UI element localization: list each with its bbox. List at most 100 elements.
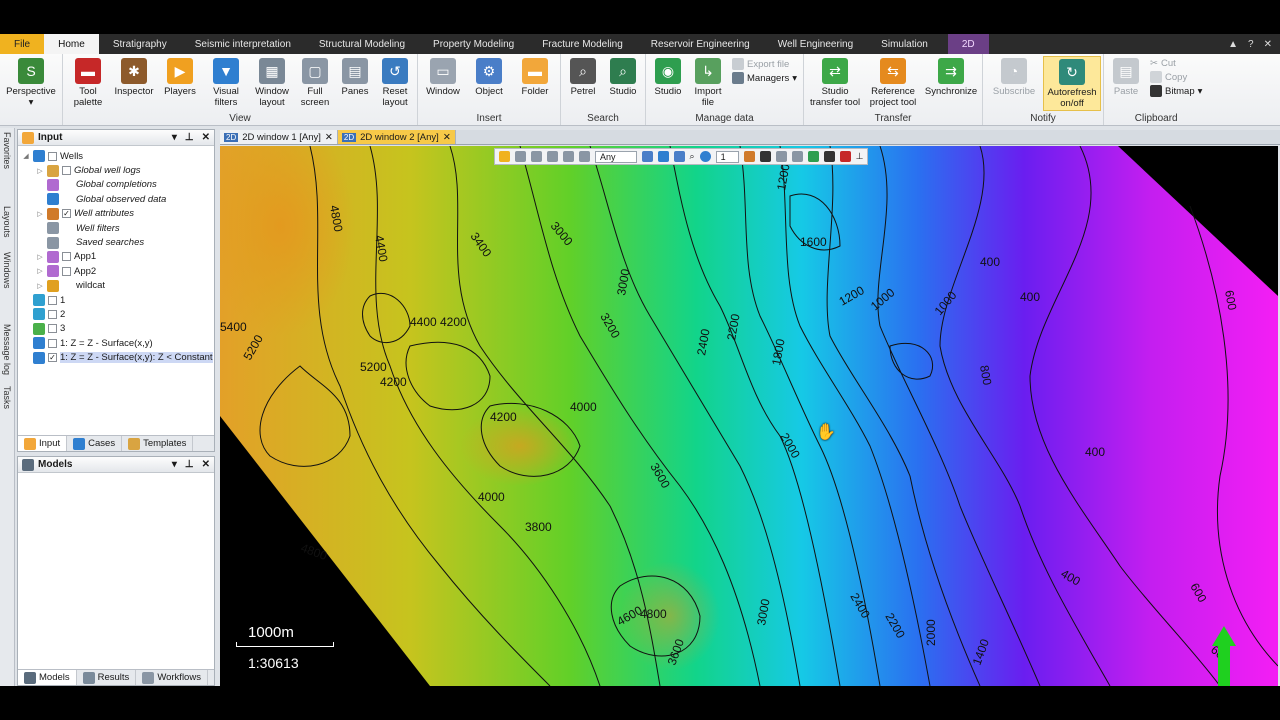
managers-button[interactable]: Managers ▾ bbox=[732, 72, 797, 84]
tree-item[interactable]: ✓ 1: Z = Z - Surface(x,y): Z < Constant bbox=[18, 350, 214, 364]
side-tab-tasks[interactable]: Tasks bbox=[2, 386, 12, 409]
tree-item[interactable]: 3 bbox=[18, 322, 214, 336]
tree-item[interactable]: ▷ ✓ Well attributes bbox=[18, 207, 214, 221]
pin-toolbar-icon[interactable]: ⊥ bbox=[856, 151, 864, 162]
measure-tool-icon[interactable] bbox=[531, 151, 542, 162]
studio-button[interactable]: ◉ Studio bbox=[648, 56, 688, 111]
tree-item-checkbox[interactable] bbox=[48, 309, 57, 319]
pin-icon[interactable]: ⊥ bbox=[185, 459, 194, 470]
tree-item-checkbox[interactable] bbox=[48, 324, 57, 334]
close-icon[interactable]: ✕ bbox=[1264, 39, 1272, 50]
synchronize-button[interactable]: ⇉ Synchronize bbox=[922, 56, 980, 111]
tab-reservoir-engineering[interactable]: Reservoir Engineering bbox=[637, 34, 764, 54]
side-tab-windows[interactable]: Windows bbox=[2, 252, 12, 289]
tab-home[interactable]: Home bbox=[44, 34, 99, 54]
doc-tab-2d-window-2[interactable]: 2D 2D window 2 [Any] ✕ bbox=[337, 130, 456, 144]
tree-item[interactable]: Saved searches bbox=[18, 235, 214, 249]
close-tab-icon[interactable]: ✕ bbox=[325, 132, 333, 143]
select-tool-icon[interactable] bbox=[515, 151, 526, 162]
camera-icon[interactable] bbox=[823, 151, 835, 162]
side-tab-favorites[interactable]: Favorites bbox=[2, 132, 12, 169]
subscribe-button[interactable]: ◔ Subscribe bbox=[985, 56, 1043, 111]
eraser-icon[interactable] bbox=[775, 151, 787, 162]
expand-arrow-icon[interactable]: ▷ bbox=[36, 167, 44, 175]
reset-layout-button[interactable]: ↺ Reset layout bbox=[375, 56, 415, 111]
help-icon[interactable]: ? bbox=[1248, 39, 1254, 50]
filter-select[interactable]: Any bbox=[595, 150, 637, 163]
window-layout-button[interactable]: ▦ Window layout bbox=[249, 56, 295, 111]
tree-item-checkbox[interactable]: ✓ bbox=[62, 209, 71, 219]
tree-item-checkbox[interactable] bbox=[48, 151, 57, 161]
expand-arrow-icon[interactable]: ▷ bbox=[36, 267, 44, 275]
tab-well-engineering[interactable]: Well Engineering bbox=[764, 34, 867, 54]
doc-tab-2d-window-1[interactable]: 2D 2D window 1 [Any] ✕ bbox=[220, 130, 338, 144]
fit-view-icon[interactable] bbox=[673, 151, 685, 162]
insert-window-button[interactable]: ▭ Window bbox=[420, 56, 466, 111]
expand-arrow-icon[interactable]: ▷ bbox=[36, 282, 44, 290]
tab-structural-modeling[interactable]: Structural Modeling bbox=[305, 34, 419, 54]
tree-item[interactable]: ▷ App1 bbox=[18, 250, 214, 264]
expand-arrow-icon[interactable]: ◢ bbox=[22, 152, 30, 160]
tree-item-checkbox[interactable] bbox=[48, 295, 57, 305]
grid-tool-icon[interactable] bbox=[563, 151, 574, 162]
tree-item-checkbox[interactable] bbox=[62, 266, 71, 276]
cut-button[interactable]: ✂ Cut bbox=[1150, 58, 1202, 69]
tree-item[interactable]: ◢ Wells bbox=[18, 149, 214, 163]
players-button[interactable]: ▶ Players bbox=[157, 56, 203, 111]
legend-icon[interactable] bbox=[807, 151, 819, 162]
tab-property-modeling[interactable]: Property Modeling bbox=[419, 34, 528, 54]
search-studio-button[interactable]: ⌕ Studio bbox=[603, 56, 643, 111]
map-view[interactable]: 4800 4800 4400 3400 4400 4000 3800 3000 … bbox=[220, 146, 1278, 686]
tab-models[interactable]: Models bbox=[18, 670, 77, 685]
pin-icon[interactable]: ⊥ bbox=[185, 132, 194, 143]
reference-project-tool-button[interactable]: ⇆ Reference project tool bbox=[864, 56, 922, 111]
tree-item[interactable]: 1: Z = Z - Surface(x,y) bbox=[18, 336, 214, 350]
inspector-button[interactable]: ✱ Inspector bbox=[111, 56, 157, 111]
tab-stratigraphy[interactable]: Stratigraphy bbox=[99, 34, 181, 54]
autorefresh-button[interactable]: ↻ Autorefresh on/off bbox=[1043, 56, 1102, 111]
close-panel-icon[interactable]: ✕ bbox=[202, 459, 210, 470]
stop-icon[interactable] bbox=[839, 151, 851, 162]
home-view-icon[interactable] bbox=[641, 151, 653, 162]
ruler-tool-icon[interactable] bbox=[547, 151, 558, 162]
visual-filters-button[interactable]: ▼ Visual filters bbox=[203, 56, 249, 111]
rotate-tool-icon[interactable] bbox=[579, 151, 590, 162]
import-file-button[interactable]: ↳ Import file bbox=[688, 56, 728, 111]
paste-button[interactable]: ▤ Paste bbox=[1106, 56, 1146, 111]
tab-fracture-modeling[interactable]: Fracture Modeling bbox=[528, 34, 637, 54]
tree-item-checkbox[interactable] bbox=[62, 252, 71, 262]
bitmap-button[interactable]: Bitmap ▾ bbox=[1150, 85, 1202, 97]
tab-input[interactable]: Input bbox=[18, 436, 68, 451]
tab-seismic-interpretation[interactable]: Seismic interpretation bbox=[181, 34, 305, 54]
expand-arrow-icon[interactable]: ▷ bbox=[36, 210, 44, 218]
minimize-ribbon-icon[interactable]: ▲ bbox=[1228, 39, 1238, 50]
zoom-icon[interactable]: ⌕ bbox=[690, 151, 695, 162]
zoom-select[interactable]: 1 bbox=[715, 150, 739, 163]
insert-object-button[interactable]: ⚙ Object bbox=[466, 56, 512, 111]
full-screen-button[interactable]: ▢ Full screen bbox=[295, 56, 335, 111]
tree-item[interactable]: Global observed data bbox=[18, 192, 214, 206]
tab-2d[interactable]: 2D bbox=[947, 34, 989, 54]
tree-item[interactable]: ▷ wildcat bbox=[18, 279, 214, 293]
tree-item[interactable]: ▷ App2 bbox=[18, 264, 214, 278]
export-file-button[interactable]: Export file bbox=[732, 58, 797, 70]
tree-item[interactable]: ▷ Global well logs bbox=[18, 163, 214, 177]
color-tool-icon[interactable] bbox=[743, 151, 755, 162]
tree-item[interactable]: Well filters bbox=[18, 221, 214, 235]
copy-button[interactable]: Copy bbox=[1150, 71, 1202, 83]
panel-menu-icon[interactable]: ▾ bbox=[172, 459, 177, 470]
tree-item[interactable]: 1 bbox=[18, 293, 214, 307]
tab-workflows[interactable]: Workflows bbox=[136, 670, 208, 685]
perspective-button[interactable]: S Perspective ▾ bbox=[2, 56, 60, 111]
palette-icon[interactable] bbox=[759, 151, 771, 162]
side-tab-message-log[interactable]: Message log bbox=[2, 324, 12, 375]
tool-palette-button[interactable]: ▬ Tool palette bbox=[65, 56, 111, 111]
tree-item-checkbox[interactable] bbox=[48, 338, 57, 348]
contour-map[interactable]: 4800 4800 4400 3400 4400 4000 3800 3000 … bbox=[220, 146, 1278, 686]
search-petrel-button[interactable]: ⌕ Petrel bbox=[563, 56, 603, 111]
expand-arrow-icon[interactable]: ▷ bbox=[36, 253, 44, 261]
tab-cases[interactable]: Cases bbox=[67, 436, 123, 451]
close-tab-icon[interactable]: ✕ bbox=[443, 132, 451, 143]
tab-file[interactable]: File bbox=[0, 34, 45, 54]
insert-folder-button[interactable]: ▬ Folder bbox=[512, 56, 558, 111]
